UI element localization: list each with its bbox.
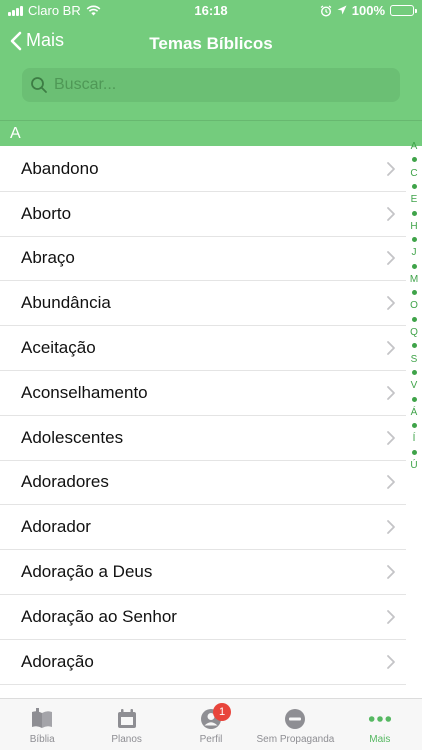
list-item[interactable]: Abraço [0, 236, 406, 282]
search-bar[interactable] [22, 68, 400, 102]
list-item[interactable]: Adolescentes [0, 415, 406, 461]
list-item[interactable]: Aborto [0, 191, 406, 237]
list-item-label: Abraço [21, 248, 75, 268]
battery-label: 100% [351, 3, 385, 18]
bible-icon [30, 707, 54, 731]
list-item-label: Adolescentes [21, 427, 124, 447]
index-dot [411, 423, 417, 429]
chevron-right-icon [387, 206, 395, 221]
list-item[interactable]: Aceitação [0, 326, 406, 371]
chevron-right-icon [387, 654, 395, 669]
list-item[interactable]: Adoradores [0, 460, 406, 506]
list-item-label: Aceitação [21, 338, 96, 358]
list-item[interactable]: Adoração [0, 639, 406, 685]
index-dot [411, 449, 417, 455]
index-dot [411, 237, 417, 243]
chevron-right-icon [387, 609, 395, 624]
tab-mais[interactable]: Mais [338, 699, 422, 750]
tab-label: Mais [369, 734, 391, 745]
tab-sem-propaganda[interactable]: Sem Propaganda [253, 699, 337, 750]
page-title: Temas Bíblicos [149, 34, 273, 53]
index-dot [411, 184, 417, 190]
section-index[interactable]: A C E H J M O Q S V Á Í Ú [406, 140, 422, 472]
tab-planos[interactable]: Planos [84, 699, 168, 750]
tab-bar: Bíblia Planos 1 Perfil Sem Propaganda Ma… [0, 698, 422, 750]
alarm-icon [320, 4, 332, 17]
header: Claro BR 16:18 100% Mais Temas Bíblicos … [0, 0, 422, 146]
list-item-label: Aborto [21, 203, 72, 223]
tab-biblia[interactable]: Bíblia [0, 699, 84, 750]
index-letter[interactable]: M [410, 273, 418, 286]
list-item[interactable]: Abundância [0, 281, 406, 327]
tab-perfil[interactable]: 1 Perfil [169, 699, 253, 750]
chevron-right-icon [387, 385, 395, 400]
tab-label: Planos [111, 734, 142, 745]
index-letter[interactable]: Í [413, 432, 416, 445]
index-letter[interactable]: J [412, 246, 417, 259]
chevron-right-icon [387, 341, 395, 355]
index-dot [411, 343, 417, 349]
chevron-right-icon [387, 430, 395, 445]
list-item[interactable]: Adoração ao Senhor [0, 594, 406, 640]
index-dot [411, 290, 417, 296]
chevron-right-icon [387, 565, 395, 579]
index-letter[interactable]: E [411, 193, 418, 206]
battery-icon [390, 5, 417, 16]
tab-label: Sem Propaganda [256, 734, 335, 745]
chevron-right-icon [387, 520, 395, 535]
index-letter[interactable]: H [410, 220, 417, 233]
status-bar: Claro BR 16:18 100% [0, 0, 422, 22]
search-input[interactable] [54, 76, 374, 94]
index-letter[interactable]: Q [410, 326, 418, 339]
index-letter[interactable]: Ú [410, 459, 417, 472]
list-item[interactable]: Aconselhamento [0, 370, 406, 416]
calendar-icon [115, 707, 139, 731]
tab-label: Bíblia [29, 734, 55, 745]
list-item-label: Adoração [21, 651, 94, 671]
chevron-right-icon [387, 475, 395, 490]
list-item-label: Adoração a Deus [21, 562, 153, 582]
index-letter[interactable]: V [411, 379, 418, 392]
chevron-right-icon [387, 161, 395, 176]
index-dot [411, 396, 417, 402]
list-item-label: Aconselhamento [21, 382, 148, 402]
list-item-label: Adoradores [21, 472, 109, 492]
index-dot [411, 263, 417, 269]
index-dot [411, 157, 417, 163]
location-icon [337, 5, 347, 15]
index-letter[interactable]: C [410, 167, 417, 180]
tab-label: Perfil [199, 734, 223, 745]
list-item-label: Abundância [21, 293, 111, 313]
nav-bar: Mais Temas Bíblicos [0, 22, 422, 66]
index-letter[interactable]: O [410, 299, 418, 312]
search-icon [31, 77, 47, 93]
index-dot [411, 370, 417, 376]
index-dot [411, 316, 417, 322]
section-header: A [0, 120, 422, 146]
chevron-right-icon [387, 251, 395, 266]
list-item[interactable]: Adorador [0, 505, 406, 551]
more-icon [368, 707, 392, 731]
list-item-label: Adoração ao Senhor [21, 606, 177, 626]
no-ads-icon [283, 707, 307, 731]
list-item-label: Abandono [21, 158, 99, 178]
list-item[interactable]: Abandono [0, 147, 406, 192]
index-letter[interactable]: S [411, 353, 418, 366]
list-item-label: Adorador [21, 517, 91, 537]
notification-badge: 1 [213, 703, 232, 721]
index-letter[interactable]: A [411, 140, 418, 153]
status-right: 100% [320, 3, 417, 18]
topics-list: Abandono Aborto Abraço Abundância Aceita… [0, 147, 406, 685]
index-letter[interactable]: Á [411, 406, 418, 419]
chevron-right-icon [387, 296, 395, 311]
list-item[interactable]: Adoração a Deus [0, 550, 406, 595]
index-dot [411, 210, 417, 216]
